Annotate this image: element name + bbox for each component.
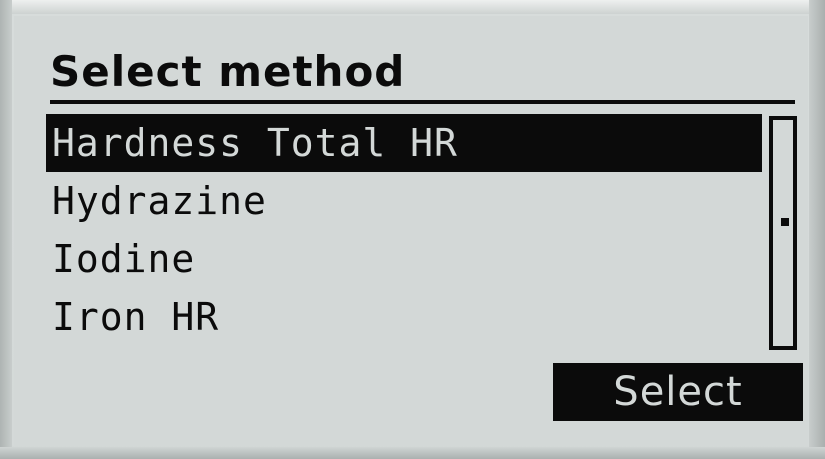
bezel-bottom	[0, 447, 825, 459]
title-divider	[50, 100, 795, 104]
method-list: Hardness Total HR Hydrazine Iodine Iron …	[46, 114, 762, 346]
bezel-right	[809, 0, 825, 459]
lcd-screen: Select method Hardness Total HR Hydrazin…	[14, 16, 808, 446]
select-button[interactable]: Select	[553, 363, 803, 421]
bezel-left	[0, 0, 12, 459]
list-scrollbar[interactable]	[769, 116, 797, 350]
instrument-display: Select method Hardness Total HR Hydrazin…	[0, 0, 825, 459]
method-item-hydrazine[interactable]: Hydrazine	[46, 172, 762, 230]
scrollbar-thumb[interactable]	[781, 218, 789, 226]
method-item-iron-hr[interactable]: Iron HR	[46, 288, 762, 346]
method-item-hardness-total-hr[interactable]: Hardness Total HR	[46, 114, 762, 172]
screen-title: Select method	[50, 47, 406, 96]
bezel-top	[0, 0, 825, 14]
method-item-iodine[interactable]: Iodine	[46, 230, 762, 288]
